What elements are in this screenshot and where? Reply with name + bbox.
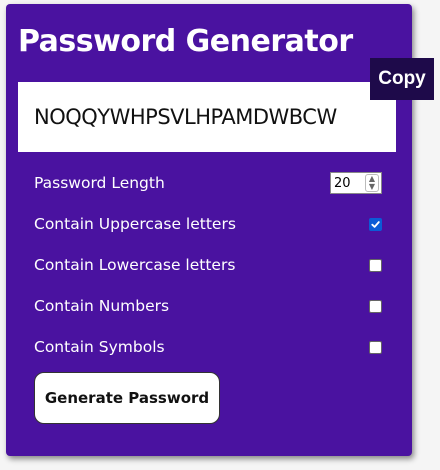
lowercase-label: Contain Lowercase letters — [34, 256, 236, 274]
uppercase-label: Contain Uppercase letters — [34, 215, 236, 233]
spinner-down-icon[interactable]: ▼ — [369, 183, 375, 191]
length-label: Password Length — [34, 174, 165, 192]
length-input[interactable]: 20 ▲ ▼ — [330, 172, 382, 194]
password-result[interactable]: NOQQYWHPSVLHPAMDWBCW — [18, 82, 396, 152]
symbols-label: Contain Symbols — [34, 338, 165, 356]
generate-password-button[interactable]: Generate Password — [34, 372, 220, 424]
copy-button[interactable]: Copy — [370, 58, 434, 100]
setting-numbers-row: Contain Numbers — [34, 295, 382, 319]
lowercase-checkbox[interactable] — [369, 259, 382, 272]
length-value: 20 — [334, 175, 351, 191]
numbers-checkbox[interactable] — [369, 300, 382, 313]
setting-symbols-row: Contain Symbols — [34, 336, 382, 360]
setting-uppercase-row: Contain Uppercase letters — [34, 213, 382, 237]
password-text: NOQQYWHPSVLHPAMDWBCW — [34, 105, 337, 129]
numbers-label: Contain Numbers — [34, 297, 170, 315]
page-title: Password Generator — [18, 24, 353, 59]
generator-panel: Password Generator NOQQYWHPSVLHPAMDWBCW … — [6, 4, 412, 456]
checkmark-icon — [371, 221, 380, 228]
uppercase-checkbox[interactable] — [369, 218, 382, 231]
setting-length-row: Password Length 20 ▲ ▼ — [34, 172, 382, 196]
setting-lowercase-row: Contain Lowercase letters — [34, 254, 382, 278]
length-spinner[interactable]: ▲ ▼ — [365, 174, 379, 192]
symbols-checkbox[interactable] — [369, 341, 382, 354]
